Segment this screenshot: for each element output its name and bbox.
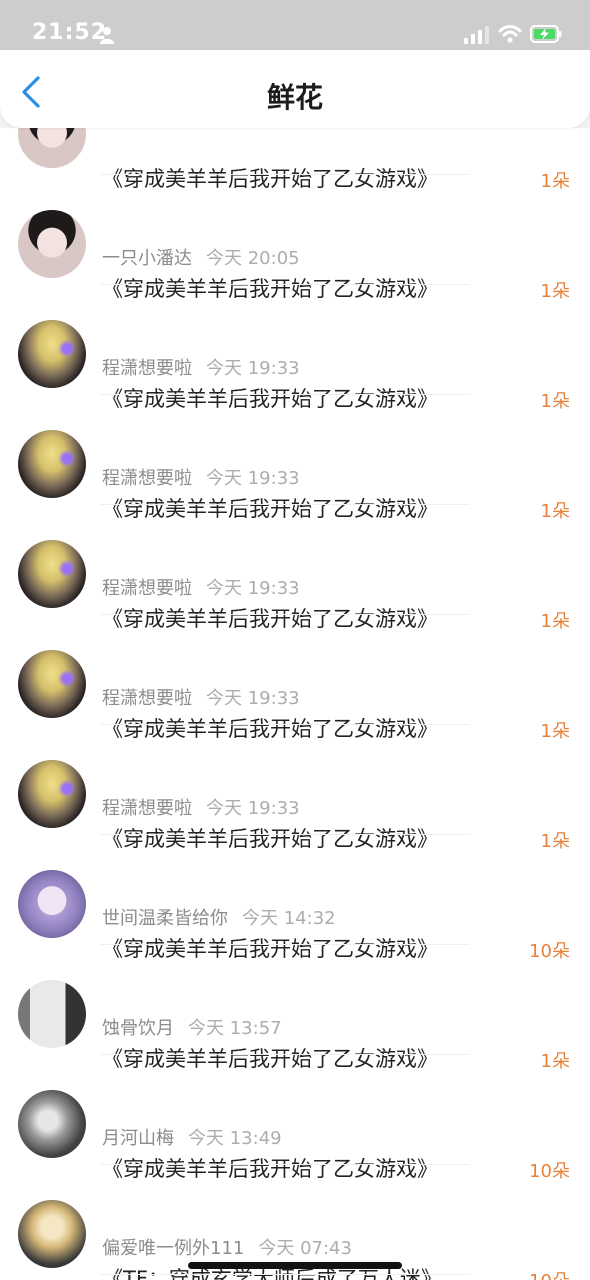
person-icon [100, 27, 114, 44]
user-name[interactable]: 程潇想要啦 [102, 798, 192, 819]
timestamp: 今天 13:49 [188, 1128, 282, 1149]
list-item[interactable]: 偏爱唯一例外111今天 07:43 《TF：穿成玄学大师后成了万人迷》 10朵 [0, 1165, 590, 1280]
name-line: 一只小潘达 今天 20:05 [102, 248, 300, 270]
flower-list: 《穿成美羊羊后我开始了乙女游戏》 1朵 一只小潘达 今天 20:05 《穿成美羊羊… [0, 128, 590, 1280]
signal-icon [464, 26, 489, 44]
timestamp: 今天 19:33 [206, 688, 300, 709]
status-bar: 21:52 [0, 0, 590, 50]
user-name[interactable]: 蚀骨饮月 [102, 1018, 174, 1039]
list-item[interactable]: 月河山梅 今天 13:49 《穿成美羊羊后我开始了乙女游戏》 10朵 [0, 1055, 590, 1182]
user-name[interactable]: 世间温柔皆给你 [102, 908, 228, 929]
user-name[interactable]: 程潇想要啦 [102, 358, 192, 379]
user-name[interactable]: 一只小潘达 [102, 248, 192, 269]
home-indicator[interactable] [188, 1262, 402, 1269]
page-title: 鲜花 [266, 81, 323, 114]
user-name[interactable]: 程潇想要啦 [102, 688, 192, 709]
timestamp: 今天 14:32 [242, 908, 336, 929]
timestamp: 今天 20:05 [206, 248, 300, 269]
user-name[interactable]: 月河山梅 [102, 1128, 174, 1149]
timestamp: 今天 07:43 [258, 1238, 352, 1259]
avatar[interactable] [18, 128, 86, 168]
name-line: 程潇想要啦 今天 19:33 [102, 688, 300, 710]
avatar[interactable] [18, 650, 86, 718]
list-item[interactable]: 世间温柔皆给你 今天 14:32 《穿成美羊羊后我开始了乙女游戏》 10朵 [0, 835, 590, 962]
avatar[interactable] [18, 430, 86, 498]
list-item[interactable]: 程潇想要啦 今天 19:33 《穿成美羊羊后我开始了乙女游戏》 1朵 [0, 505, 590, 632]
avatar[interactable] [18, 980, 86, 1048]
user-name[interactable]: 程潇想要啦 [102, 468, 192, 489]
avatar[interactable] [18, 1200, 86, 1268]
avatar[interactable] [18, 320, 86, 388]
timestamp: 今天 19:33 [206, 578, 300, 599]
status-time: 21:52 [32, 20, 108, 45]
list-item[interactable]: 程潇想要啦 今天 19:33 《穿成美羊羊后我开始了乙女游戏》 1朵 [0, 395, 590, 522]
flower-count: 10朵 [529, 1267, 570, 1280]
name-line: 蚀骨饮月 今天 13:57 [102, 1018, 282, 1040]
name-line: 月河山梅 今天 13:49 [102, 1128, 282, 1150]
name-line: 程潇想要啦 今天 19:33 [102, 358, 300, 380]
avatar[interactable] [18, 1090, 86, 1158]
name-line: 世间温柔皆给你 今天 14:32 [102, 908, 336, 930]
battery-charging-icon [530, 25, 562, 43]
name-line: 偏爱唯一例外111 今天 07:43 [102, 1238, 352, 1260]
timestamp: 今天 19:33 [206, 358, 300, 379]
timestamp: 今天 13:57 [188, 1018, 282, 1039]
avatar[interactable] [18, 760, 86, 828]
user-name[interactable]: 偏爱唯一例外111 [102, 1238, 244, 1259]
header: 鲜花 [0, 50, 590, 128]
list-item[interactable]: 程潇想要啦 今天 19:33 《穿成美羊羊后我开始了乙女游戏》 1朵 [0, 725, 590, 852]
timestamp: 今天 19:33 [206, 468, 300, 489]
avatar[interactable] [18, 870, 86, 938]
name-line: 程潇想要啦 今天 19:33 [102, 798, 300, 820]
list-item[interactable]: 《穿成美羊羊后我开始了乙女游戏》 1朵 [0, 128, 590, 192]
name-line: 程潇想要啦 今天 19:33 [102, 468, 300, 490]
list-item[interactable]: 程潇想要啦 今天 19:33 《穿成美羊羊后我开始了乙女游戏》 1朵 [0, 615, 590, 742]
list-item[interactable]: 蚀骨饮月 今天 13:57 《穿成美羊羊后我开始了乙女游戏》 1朵 [0, 945, 590, 1072]
user-name[interactable]: 程潇想要啦 [102, 578, 192, 599]
list-item[interactable]: 一只小潘达 今天 20:05 《穿成美羊羊后我开始了乙女游戏》 1朵 [0, 175, 590, 302]
divider [100, 1274, 470, 1275]
avatar[interactable] [18, 540, 86, 608]
avatar[interactable] [18, 210, 86, 278]
list-item[interactable]: 程潇想要啦 今天 19:33 《穿成美羊羊后我开始了乙女游戏》 1朵 [0, 285, 590, 412]
timestamp: 今天 19:33 [206, 798, 300, 819]
flower-list-container[interactable]: 《穿成美羊羊后我开始了乙女游戏》 1朵 一只小潘达 今天 20:05 《穿成美羊羊… [0, 128, 590, 1280]
wifi-icon [498, 25, 522, 43]
name-line: 程潇想要啦 今天 19:33 [102, 578, 300, 600]
